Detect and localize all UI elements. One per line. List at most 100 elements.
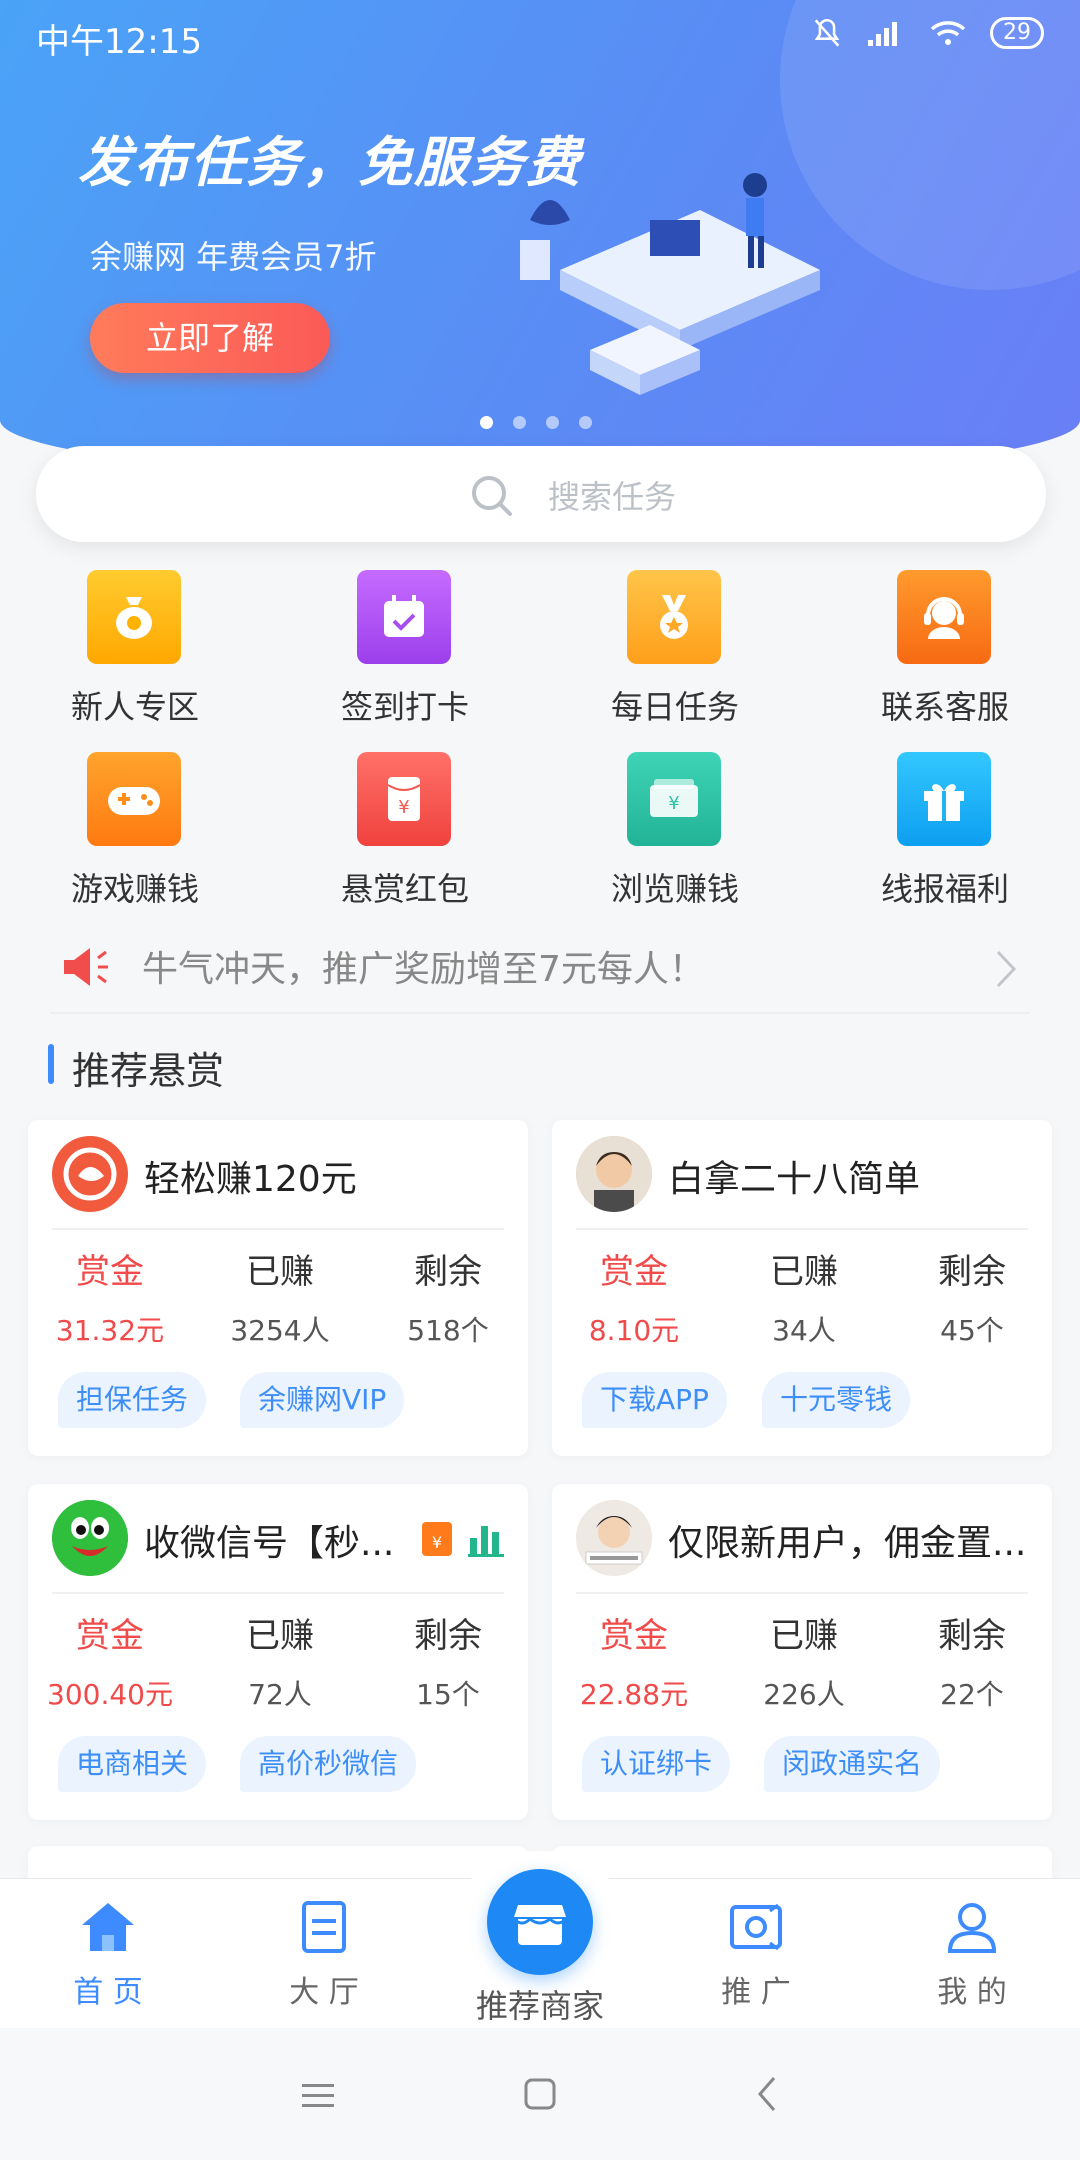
reward-value: 8.10元 (588, 1314, 680, 1347)
section-title-text: 推荐悬赏 (72, 1049, 225, 1093)
divider (576, 1592, 1028, 1594)
megaphone-icon (64, 948, 108, 986)
grid-label: 新人专区 (70, 688, 199, 726)
earned-header: 已赚 (770, 1616, 838, 1656)
section-title: 推荐悬赏 (48, 1040, 224, 1095)
task-tag: 余赚网VIP (240, 1372, 405, 1428)
gamepad-icon (87, 752, 181, 846)
svg-text:¥: ¥ (432, 1533, 442, 1552)
task-tag: 高价秒微信 (240, 1736, 417, 1792)
status-time: 中午12:15 (36, 22, 202, 62)
grid-item-daily[interactable]: 每日任务 (540, 570, 810, 740)
wifi-icon (930, 21, 966, 45)
banner-illustration (520, 173, 820, 395)
grid-item-browse[interactable]: ¥ 浏览赚钱 (540, 752, 810, 922)
reward-header: 赏金 (600, 1616, 668, 1656)
chevron-right-icon (996, 950, 1017, 988)
task-tag: 下载APP (582, 1372, 727, 1428)
carousel-dot[interactable] (546, 416, 559, 429)
task-name: 白拿二十八简单 (668, 1159, 921, 1200)
grid-item-checkin[interactable]: 签到打卡 (270, 570, 540, 740)
task-card[interactable]: 轻松赚120元 赏金 31.32元 已赚 3254人 剩余 518个 担保任务 余赚网… (28, 1120, 528, 1456)
user-icon (947, 1903, 997, 1953)
remaining-header: 剩余 (938, 1252, 1006, 1292)
task-card[interactable]: 白拿二十八简单 赏金 8.10元 已赚 34人 剩余 45个 下载APP 十元零钱 (552, 1120, 1052, 1456)
search-icon (472, 476, 512, 516)
reward-value: 300.40元 (47, 1678, 173, 1711)
document-icon (302, 1901, 346, 1953)
grid-item-gift[interactable]: 线报福利 (810, 752, 1080, 922)
remaining-header: 剩余 (938, 1616, 1006, 1656)
home-square-icon[interactable] (522, 2076, 558, 2112)
grid-item-envelope[interactable]: ¥ 悬赏红包 (270, 752, 540, 922)
status-icons: 29 (810, 16, 1044, 50)
remaining-value: 15个 (416, 1678, 480, 1711)
back-icon[interactable] (756, 2074, 780, 2114)
svg-text:¥: ¥ (398, 797, 409, 818)
menu-icon[interactable] (300, 2080, 336, 2110)
medal-icon (627, 570, 721, 664)
grid-label: 浏览赚钱 (610, 870, 739, 908)
system-nav-bar (0, 2028, 1080, 2160)
remaining-value: 518个 (407, 1314, 489, 1347)
grid-item-service[interactable]: 联系客服 (810, 570, 1080, 740)
earned-value: 72人 (248, 1678, 312, 1711)
money-bag-icon (87, 570, 181, 664)
mute-bell-icon (814, 18, 840, 47)
tab-label-shop: 推荐商家 (475, 1987, 604, 2025)
task-badges: ¥ (420, 1520, 506, 1558)
bar-chart-icon (468, 1526, 504, 1557)
status-bar: 中午12:15 29 (0, 0, 1080, 70)
promo-banner[interactable]: 中午12:15 29 发布任务，免服务费 余赚网 年费会员7折 立即了解 (0, 0, 1080, 480)
task-tag: 认证绑卡 (582, 1736, 731, 1792)
task-tag: 电商相关 (58, 1736, 207, 1792)
reward-header: 赏金 (600, 1252, 668, 1292)
promote-icon (730, 1903, 782, 1951)
search-placeholder: 搜索任务 (548, 478, 677, 516)
reward-header: 赏金 (76, 1616, 144, 1656)
search-bar[interactable]: 搜索任务 (36, 446, 1046, 542)
carousel-dot[interactable] (579, 416, 592, 429)
earned-value: 3254人 (230, 1314, 330, 1347)
task-card[interactable]: 收微信号【秒... ¥ 赏金 300.40元 已赚 72人 剩余 15个 电商相关 高… (28, 1484, 528, 1820)
carousel-dot[interactable] (513, 416, 526, 429)
grid-label: 联系客服 (880, 688, 1009, 726)
divider (576, 1228, 1028, 1230)
avatar (52, 1136, 128, 1212)
task-name: 轻松赚120元 (144, 1159, 357, 1200)
grid-label: 签到打卡 (340, 688, 469, 726)
signal-icon (868, 22, 897, 46)
headset-icon (897, 570, 991, 664)
carousel-dot[interactable] (480, 416, 493, 429)
banner-subtitle: 余赚网 年费会员7折 (90, 238, 377, 276)
remaining-value: 45个 (940, 1314, 1004, 1347)
divider (52, 1228, 504, 1230)
red-envelope-icon: ¥ (357, 752, 451, 846)
task-card[interactable]: 仅限新用户，佣金置... 赏金 22.88元 已赚 226人 剩余 22个 认证绑卡 … (552, 1484, 1052, 1820)
gift-icon (897, 752, 991, 846)
avatar (52, 1500, 128, 1576)
home-icon (82, 1903, 134, 1951)
earned-value: 226人 (763, 1678, 845, 1711)
carousel-dots (480, 416, 592, 429)
reward-value: 31.32元 (55, 1314, 165, 1347)
grid-label: 每日任务 (610, 688, 739, 726)
battery-indicator: 29 (990, 17, 1044, 49)
grid-item-newbie[interactable]: 新人专区 (0, 570, 270, 740)
shop-button[interactable] (487, 1869, 593, 1975)
grid-item-game[interactable]: 游戏赚钱 (0, 752, 270, 922)
task-name: 仅限新用户，佣金置... (668, 1523, 1027, 1564)
divider (52, 1592, 504, 1594)
task-name: 收微信号【秒... (144, 1523, 395, 1564)
shop-icon (512, 1905, 568, 1945)
earned-header: 已赚 (246, 1252, 314, 1292)
learn-more-button[interactable]: 立即了解 (90, 303, 330, 373)
grid-label: 游戏赚钱 (70, 870, 199, 908)
svg-text:¥: ¥ (668, 793, 679, 814)
grid-label: 线报福利 (880, 870, 1009, 908)
remaining-header: 剩余 (414, 1252, 482, 1292)
bottom-nav: 首 页 大 厅 推 广 我 的 推荐商家 (0, 1851, 1080, 2028)
avatar (576, 1500, 652, 1576)
announcement-bar[interactable]: 牛气冲天，推广奖励增至7元每人！ (50, 924, 1030, 1014)
remaining-value: 22个 (940, 1678, 1004, 1711)
